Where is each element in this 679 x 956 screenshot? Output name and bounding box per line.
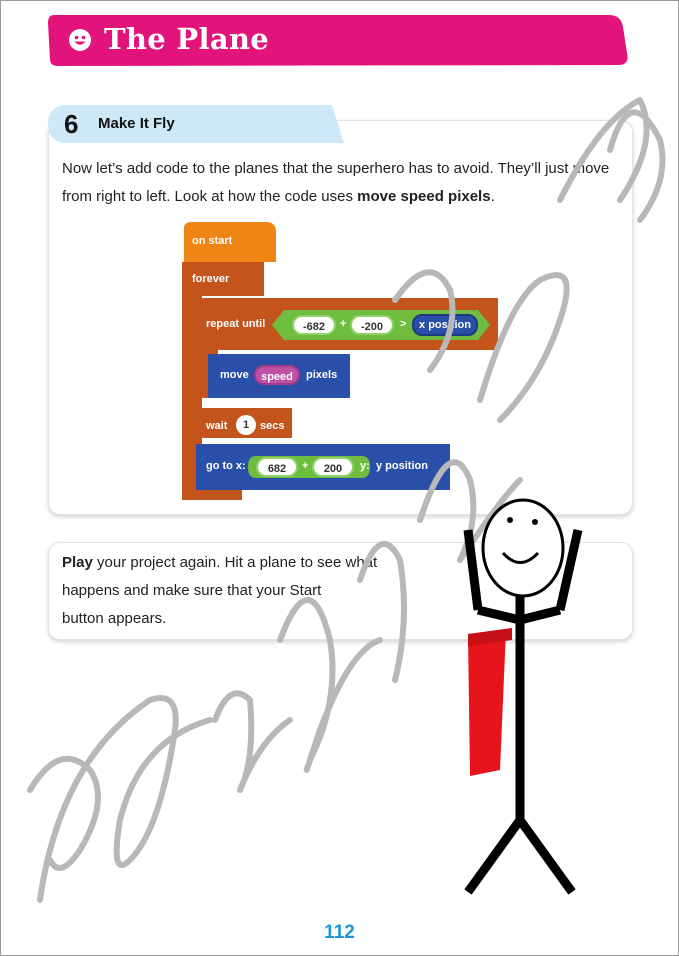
tip-line-1: your project again. Hit a plane to see w…	[92, 554, 378, 571]
tip-bold: Play	[62, 554, 93, 571]
on-start-block: on start	[192, 235, 233, 247]
smiley-icon	[68, 28, 92, 52]
description-bold: move speed pixels	[357, 188, 491, 205]
step-title: Make It Fly	[98, 115, 175, 132]
wait-block: wait	[206, 420, 228, 432]
repeat-compare: >	[400, 318, 407, 330]
secs-label: secs	[260, 420, 285, 432]
speed-variable: speed	[254, 365, 300, 385]
page-number: 112	[324, 922, 355, 943]
move-block: move	[220, 369, 249, 381]
tip-line-3: button appears.	[62, 610, 167, 627]
goto-plus: +	[302, 460, 309, 472]
forever-block: forever	[192, 273, 230, 285]
wait-value: 1	[236, 415, 256, 435]
step-tab: 6 Make It Fly	[48, 103, 344, 145]
tip-text: Play your project again. Hit a plane to …	[62, 549, 442, 633]
repeat-until-block: repeat until	[206, 318, 266, 330]
go-to-block: go to x:	[206, 460, 246, 472]
repeat-value-left: -682	[292, 315, 336, 335]
goto-value-left: 682	[256, 457, 298, 477]
x-position-variable: x position	[412, 314, 478, 336]
title-banner: The Plane	[46, 13, 632, 67]
description-text: Now let’s add code to the planes that th…	[62, 160, 610, 205]
code-blocks: on start forever repeat until -682 + -20…	[180, 218, 500, 503]
pixels-label: pixels	[306, 369, 338, 381]
page-title: The Plane	[104, 22, 270, 56]
goto-y-label: y:	[360, 460, 370, 472]
step-number: 6	[64, 109, 79, 139]
tip-line-2: happens and make sure that your Start	[62, 582, 322, 599]
repeat-value-right: -200	[350, 315, 394, 335]
description-end: .	[490, 188, 495, 205]
step-description: Now let’s add code to the planes that th…	[62, 155, 622, 211]
goto-value-right: 200	[312, 457, 354, 477]
repeat-plus: +	[340, 318, 347, 330]
y-position-variable: y position	[376, 460, 428, 472]
